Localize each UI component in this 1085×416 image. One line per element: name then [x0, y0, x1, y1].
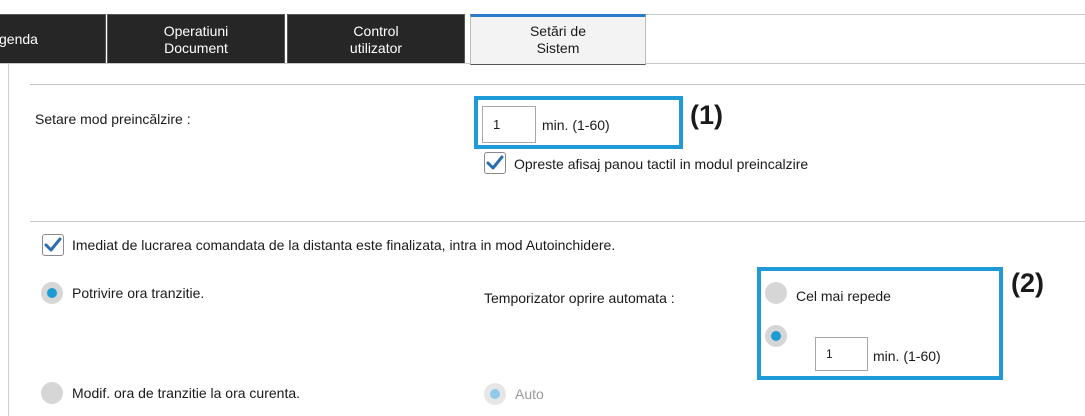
checkmark-icon [44, 237, 62, 252]
tab-agenda[interactable]: genda [0, 14, 106, 64]
modify-transition-radio[interactable] [41, 382, 63, 404]
section-divider [30, 84, 1085, 85]
content-left-border [8, 64, 9, 416]
tab-label-line1: Setări de [529, 23, 587, 39]
tab-label-line2: utilizator [349, 40, 403, 56]
tab-bar-underline [0, 63, 470, 64]
preheat-label: Setare mod preincălzire : [35, 111, 191, 127]
highlight-box-1 [474, 96, 683, 149]
callout-marker-2: (2) [1011, 268, 1044, 298]
tab-label: genda [0, 31, 38, 47]
tab-user-control[interactable]: Control utilizator [287, 14, 465, 64]
checkmark-icon [486, 155, 504, 170]
tab-bar-filler [646, 14, 1085, 64]
tab-label-line1: Control [353, 23, 399, 39]
tab-system-settings[interactable]: Setări de Sistem [470, 14, 646, 65]
remote-job-auto-off-label: Imediat de lucrarea comandata de la dist… [72, 237, 616, 253]
highlight-box-2 [757, 267, 1003, 380]
touch-panel-off-label: Opreste afisaj panou tactil in modul pre… [514, 156, 809, 172]
match-transition-label: Potrivire ora tranzitie. [72, 285, 205, 301]
section-divider [30, 221, 1085, 222]
auto-power-off-label: Temporizator oprire automata : [484, 290, 675, 306]
tab-label-line2: Sistem [536, 40, 580, 56]
auto-label: Auto [515, 386, 544, 402]
tab-bar: genda Operatiuni Document Control utiliz… [0, 0, 1085, 65]
modify-transition-label: Modif. ora de tranzitie la ora curenta. [72, 385, 301, 401]
tab-document-operations[interactable]: Operatiuni Document [107, 14, 285, 64]
auto-radio[interactable] [484, 383, 506, 405]
touch-panel-off-checkbox[interactable] [484, 152, 506, 174]
match-transition-radio[interactable] [41, 282, 63, 304]
tab-label-line1: Operatiuni [163, 23, 229, 39]
remote-job-auto-off-checkbox[interactable] [42, 234, 64, 256]
tab-label-line2: Document [164, 40, 228, 56]
callout-marker-1: (1) [690, 100, 723, 130]
